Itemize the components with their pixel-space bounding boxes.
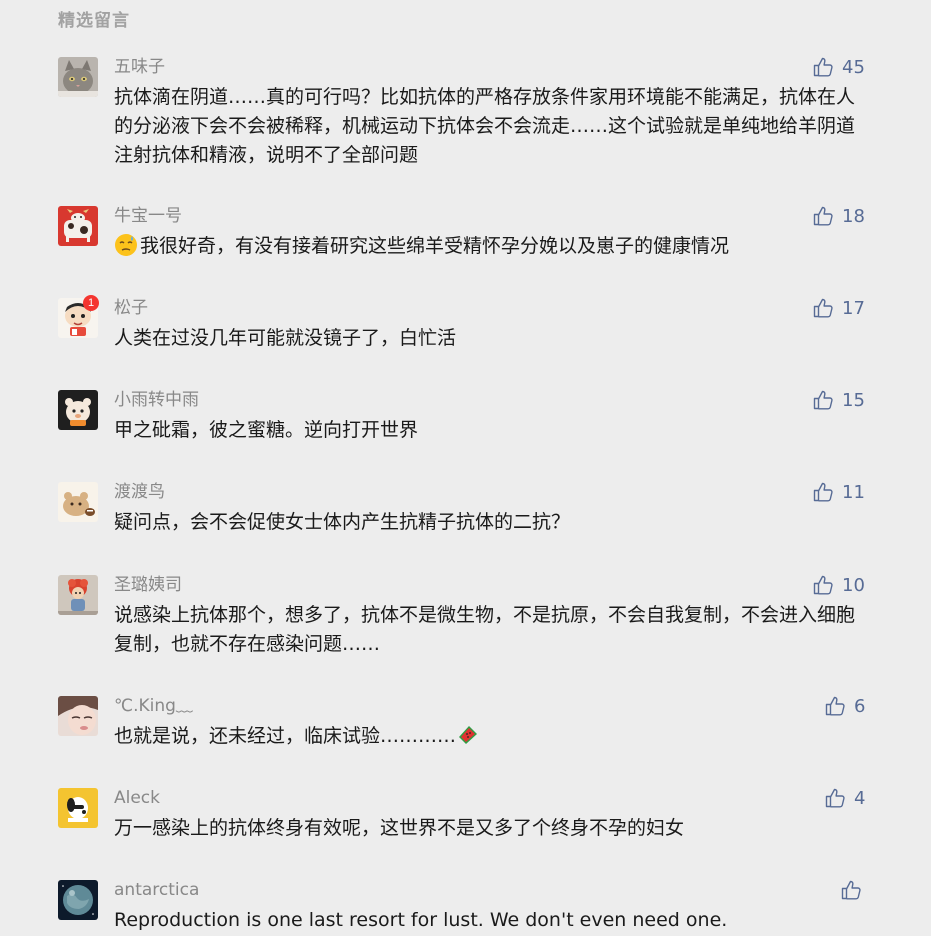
comment-text: 万一感染上的抗体终身有效呢，这世界不是又多了个终身不孕的妇女 [114, 817, 685, 839]
nickname[interactable]: 渡渡鸟 [114, 482, 165, 502]
avatar[interactable] [58, 390, 98, 430]
avatar[interactable] [58, 788, 98, 828]
comment-text: 抗体滴在阴道……真的可行吗？比如抗体的严格存放条件家用环境能不能满足，抗体在人的… [114, 86, 856, 166]
like-button[interactable]: 18 [812, 204, 865, 228]
thumbs-up-icon [813, 298, 833, 318]
comment-text: 人类在过没几年可能就没镜子了，白忙活 [114, 327, 457, 349]
section-title: 精选留言 [58, 11, 130, 31]
nickname[interactable]: 五味子 [114, 57, 165, 77]
nickname[interactable]: 牛宝一号 [114, 206, 182, 226]
like-count: 17 [842, 297, 865, 319]
nickname[interactable]: antarctica [114, 880, 199, 900]
nickname[interactable]: 松子 [114, 298, 148, 318]
comments-page: 精选留言 五味子 45 抗体滴在阴道……真的可行吗？比如抗体的严格存放条件家用环… [0, 0, 931, 936]
thumbs-up-icon [813, 390, 833, 410]
like-count: 15 [842, 389, 865, 411]
like-count: 6 [854, 695, 866, 717]
avatar[interactable] [58, 482, 98, 522]
watermelon-emoji-icon [459, 726, 478, 744]
like-button[interactable]: 11 [812, 480, 865, 504]
thumbs-up-icon [825, 788, 845, 808]
avatar[interactable] [58, 880, 98, 920]
sleepy-face-emoji-icon [115, 234, 137, 256]
avatar[interactable] [58, 696, 98, 736]
like-button[interactable]: 10 [812, 573, 865, 597]
nickname[interactable]: Aleck [114, 788, 160, 808]
comment-text: Reproduction is one last resort for lust… [114, 909, 728, 931]
like-count: 18 [842, 205, 865, 227]
nickname[interactable]: 圣璐姨司 [114, 575, 182, 595]
notification-badge: 1 [83, 295, 99, 311]
like-count: 10 [842, 574, 865, 596]
like-button[interactable]: 17 [812, 296, 865, 320]
nickname[interactable]: 小雨转中雨 [114, 390, 199, 410]
thumbs-up-icon [813, 482, 833, 502]
like-count: 4 [854, 787, 866, 809]
like-button[interactable]: 15 [812, 388, 865, 412]
comment-text: 疑问点，会不会促使女士体内产生抗精子抗体的二抗？ [114, 511, 571, 533]
like-button[interactable] [840, 878, 870, 902]
thumbs-up-icon [813, 575, 833, 595]
avatar[interactable] [58, 575, 98, 615]
avatar[interactable] [58, 57, 98, 97]
comment-text: 也就是说，还未经过，临床试验………… [114, 722, 862, 751]
avatar[interactable] [58, 206, 98, 246]
comment-text-body: 我很好奇，有没有接着研究这些绵羊受精怀孕分娩以及崽子的健康情况 [140, 235, 730, 257]
thumbs-up-icon [841, 880, 861, 900]
like-button[interactable]: 45 [812, 55, 865, 79]
comment-text: 甲之砒霜，彼之蜜糖。逆向打开世界 [114, 419, 419, 441]
comment-text: 说感染上抗体那个，想多了，抗体不是微生物，不是抗原，不会自我复制，不会进入细胞复… [114, 604, 856, 655]
comment-text-body: 也就是说，还未经过，临床试验………… [114, 725, 457, 747]
thumbs-up-icon [813, 206, 833, 226]
thumbs-up-icon [825, 696, 845, 716]
like-button[interactable]: 6 [824, 694, 865, 718]
like-count: 45 [842, 56, 865, 78]
like-count: 11 [842, 481, 865, 503]
nickname[interactable]: ℃.King﹏ [114, 696, 193, 716]
thumbs-up-icon [813, 57, 833, 77]
like-button[interactable]: 4 [824, 786, 865, 810]
comment-text: 我很好奇，有没有接着研究这些绵羊受精怀孕分娩以及崽子的健康情况 [114, 232, 862, 261]
